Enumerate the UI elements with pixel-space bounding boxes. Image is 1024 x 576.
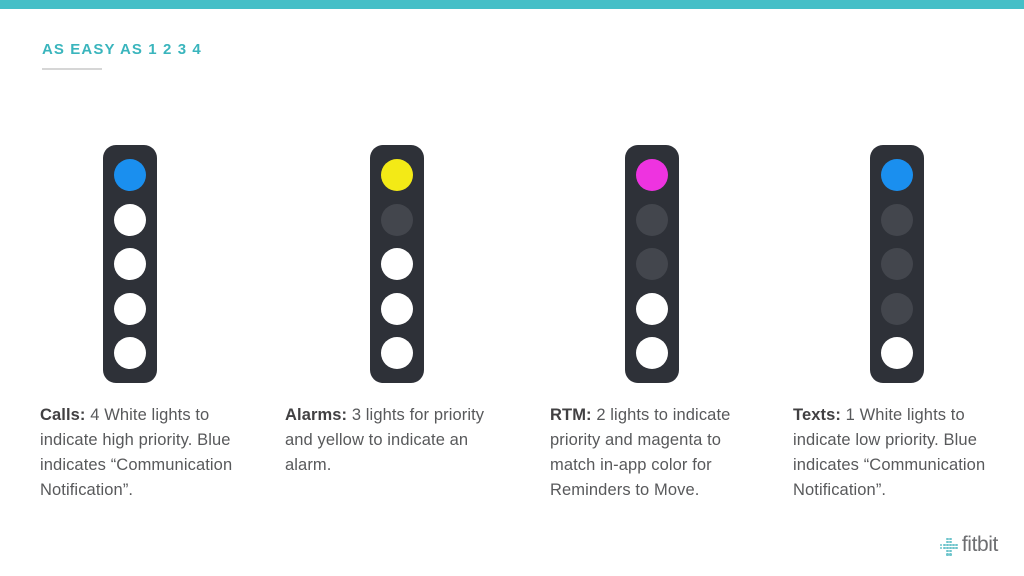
- lamp-alarms-3-white: [381, 248, 413, 280]
- lamp-texts-3-off: [881, 248, 913, 280]
- lamp-rtm-3-off: [636, 248, 668, 280]
- traffic-light-device-rtm: [625, 145, 679, 383]
- caption-lead-alarms: Alarms:: [285, 406, 348, 424]
- lamp-alarms-1-on: [381, 159, 413, 191]
- lamp-calls-4-white: [114, 292, 146, 325]
- lamp-rtm-1-on: [636, 159, 668, 191]
- caption-rtm: RTM: 2 lights to indicate priority and m…: [550, 403, 750, 503]
- lamp-texts-5-white: [881, 337, 913, 369]
- lamp-alarms-2-off: [381, 203, 413, 236]
- lamp-alarms-4-white: [381, 292, 413, 325]
- lamp-calls-1-on: [114, 159, 146, 191]
- fitbit-wordmark: fitbit: [961, 533, 999, 556]
- traffic-light-device-calls: [103, 145, 157, 383]
- lamp-calls-2-white: [114, 203, 146, 236]
- caption-texts: Texts: 1 White lights to indicate low pr…: [793, 403, 1008, 503]
- lamp-calls-5-white: [114, 337, 146, 369]
- lamp-rtm-4-white: [636, 292, 668, 325]
- caption-lead-calls: Calls:: [40, 406, 86, 424]
- traffic-light-device-alarms: [370, 145, 424, 383]
- caption-lead-rtm: RTM:: [550, 406, 592, 424]
- traffic-light-device-texts: [870, 145, 924, 383]
- caption-calls: Calls: 4 White lights to indicate high p…: [40, 403, 252, 503]
- lamp-calls-3-white: [114, 248, 146, 280]
- fitbit-logo: fitbit: [939, 533, 999, 557]
- caption-lead-texts: Texts:: [793, 406, 841, 424]
- caption-alarms: Alarms: 3 lights for priority and yellow…: [285, 403, 485, 478]
- notification-pattern-columns: Calls: 4 White lights to indicate high p…: [0, 0, 1024, 576]
- fitbit-dot-grid-icon: [939, 537, 958, 556]
- lamp-rtm-2-off: [636, 203, 668, 236]
- lamp-texts-2-off: [881, 203, 913, 236]
- lamp-rtm-5-white: [636, 337, 668, 369]
- lamp-texts-4-off: [881, 292, 913, 325]
- lamp-alarms-5-white: [381, 337, 413, 369]
- lamp-texts-1-on: [881, 159, 913, 191]
